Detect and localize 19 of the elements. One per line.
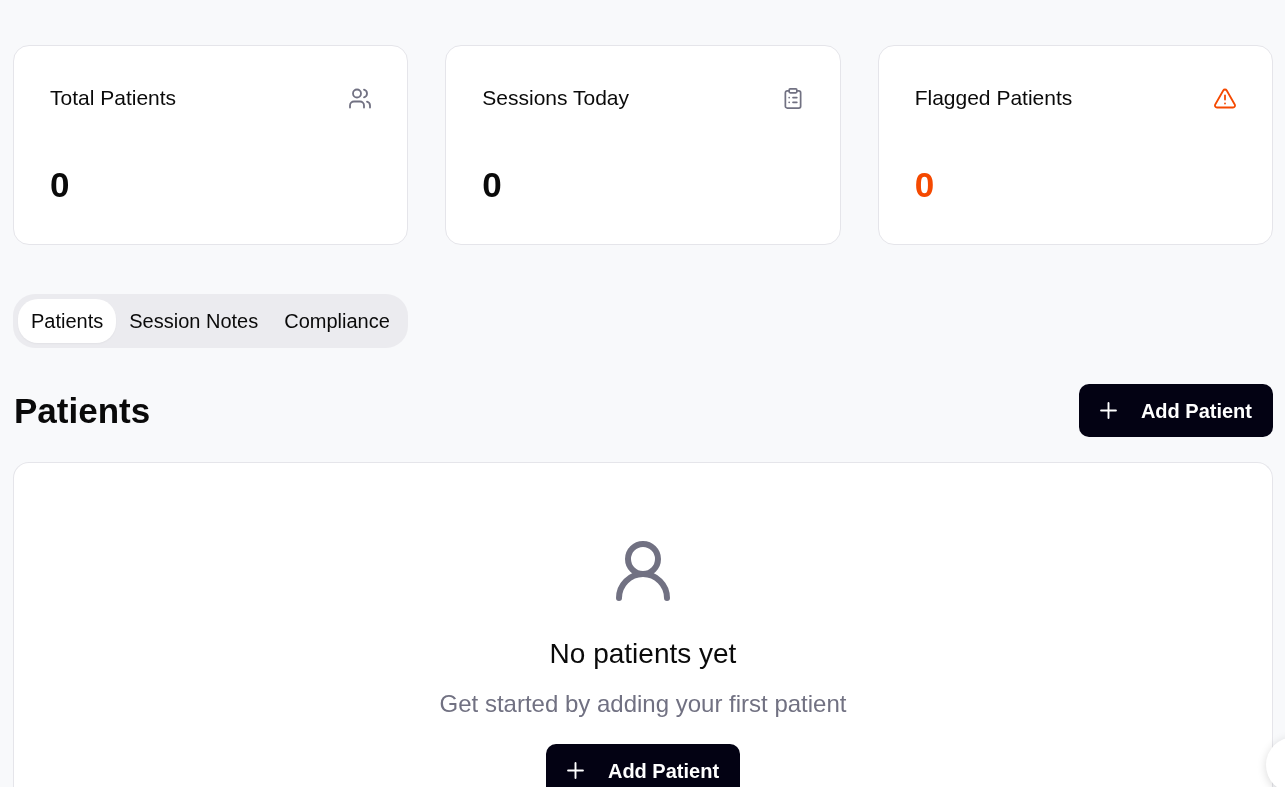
user-icon <box>616 541 670 601</box>
empty-state-title: No patients yet <box>549 638 737 670</box>
stat-value: 0 <box>914 165 936 205</box>
plus-icon <box>1099 402 1117 419</box>
tab[interactable]: Session Notes <box>116 299 272 343</box>
tab[interactable]: Patients <box>18 299 117 343</box>
stat-title: Sessions Today <box>482 86 630 110</box>
stat-value: 0 <box>50 165 71 205</box>
plus-icon <box>566 762 584 779</box>
add-patient-button[interactable]: Add Patient <box>1078 384 1273 437</box>
add-patient-button[interactable]: Add Patient <box>545 744 741 787</box>
people-icon <box>349 87 372 109</box>
stat-title: Flagged Patients <box>914 86 1073 110</box>
empty-state-message: Get started by adding your first patient <box>439 690 847 718</box>
stat-title: Total Patients <box>50 86 177 110</box>
stat-value: 0 <box>482 165 503 205</box>
warning-icon <box>1214 87 1236 109</box>
section-title: Patients <box>13 390 151 431</box>
tab[interactable]: Compliance <box>271 299 403 343</box>
